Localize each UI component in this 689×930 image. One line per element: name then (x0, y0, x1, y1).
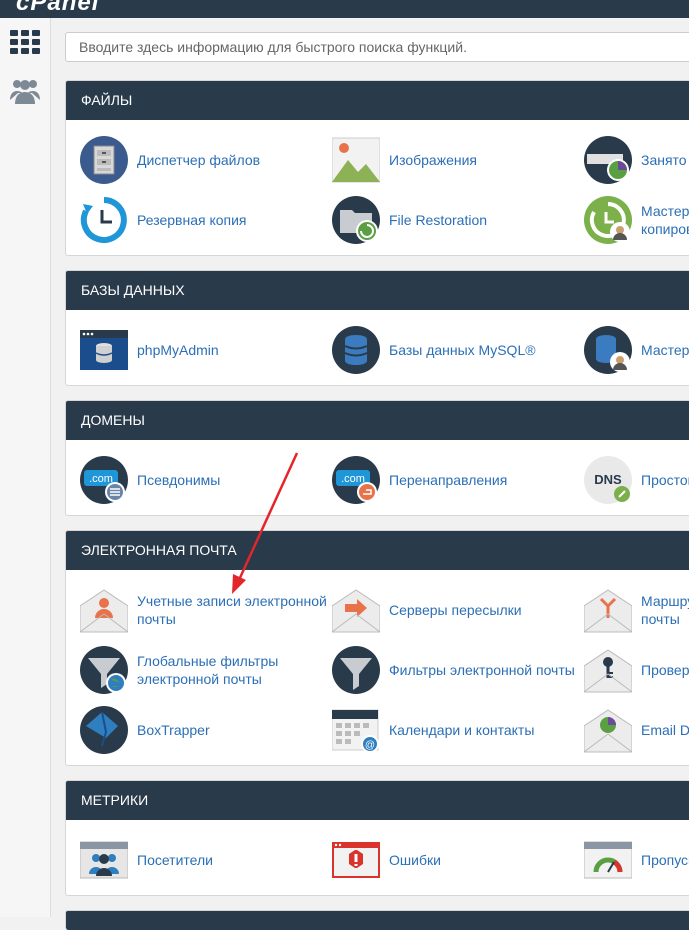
item-label: phpMyAdmin (137, 342, 219, 358)
item-label: Перенаправления (389, 472, 508, 488)
databases-section: БАЗЫ ДАННЫХ phpMyAdmin Базы данных MySQL… (65, 270, 689, 386)
disk-usage-link[interactable]: Занято (584, 135, 689, 185)
item-label: Маршру почты (641, 593, 689, 627)
top-bar: cPanel (0, 0, 689, 18)
mysql-wizard-icon (584, 326, 632, 374)
cpanel-logo[interactable]: cPanel (16, 0, 99, 17)
email-routing-link[interactable]: Маршру почты (584, 585, 689, 635)
email-accounts-link[interactable]: Учетные записи электронной почты (80, 585, 330, 635)
bandwidth-link[interactable]: Пропускн (584, 835, 689, 885)
phpmyadmin-icon (80, 330, 128, 370)
backup-link[interactable]: Резервная копия (80, 195, 320, 245)
zone-editor-link[interactable]: DNS Простой (584, 455, 689, 505)
mysql-database-icon (332, 326, 380, 374)
item-label: Базы данных MySQL® (389, 342, 536, 358)
item-label: Календари и контакты (389, 722, 535, 738)
item-label: Пропускн (641, 852, 689, 868)
section-title-metrics[interactable]: МЕТРИКИ (66, 781, 689, 820)
item-label: Email D (641, 722, 689, 738)
item-label: Посетители (137, 852, 213, 868)
item-label: Глобальные фильтры электронной почты (137, 653, 279, 687)
email-disk-usage-link[interactable]: Email D (584, 705, 689, 755)
domains-section: ДОМЕНЫ .com Псевдонимы .com Перенаправле… (65, 400, 689, 516)
boxtrapper-icon (80, 706, 128, 754)
item-label: Мастер (641, 342, 689, 358)
item-label: Псевдонимы (137, 472, 221, 488)
file-restoration-icon (332, 196, 380, 244)
global-filters-link[interactable]: Глобальные фильтры электронной почты (80, 645, 330, 695)
calendars-icon: @ (332, 709, 379, 753)
item-label: Занято (641, 152, 687, 168)
file-manager-link[interactable]: Диспетчер файлов (80, 135, 320, 185)
email-filters-link[interactable]: Фильтры электронной почты (332, 645, 582, 695)
dns-zone-icon: DNS (584, 456, 632, 504)
mysql-databases-link[interactable]: Базы данных MySQL® (332, 325, 572, 375)
bandwidth-icon (584, 841, 632, 879)
item-label: File Restoration (389, 212, 488, 228)
item-label: Диспетчер файлов (137, 152, 261, 168)
files-section: ФАЙЛЫ Диспетчер файлов Изображения Занят… (65, 80, 689, 256)
redirects-icon: .com (332, 456, 380, 504)
section-title-email[interactable]: ЭЛЕКТРОННАЯ ПОЧТА (66, 531, 689, 570)
svg-text:DNS: DNS (594, 472, 622, 487)
file-cabinet-icon (80, 136, 128, 184)
svg-text:.com: .com (89, 473, 113, 485)
item-label: Фильтры электронной почты (389, 662, 575, 678)
svg-text:.com: .com (341, 473, 365, 485)
redirects-link[interactable]: .com Перенаправления (332, 455, 572, 505)
item-label: Изображения (389, 152, 477, 168)
aliases-link[interactable]: .com Псевдонимы (80, 455, 320, 505)
file-restoration-link[interactable]: File Restoration (332, 195, 572, 245)
phpmyadmin-link[interactable]: phpMyAdmin (80, 325, 320, 375)
item-label: Серверы пересылки (389, 602, 522, 618)
metrics-section: МЕТРИКИ Посетители Ошибки Пропускн (65, 780, 689, 896)
email-deliverability-icon (584, 649, 632, 693)
backup-wizard-link[interactable]: Мастер копиров (584, 195, 689, 245)
forwarders-link[interactable]: Серверы пересылки (332, 585, 572, 635)
images-link[interactable]: Изображения (332, 135, 572, 185)
mysql-wizard-link[interactable]: Мастер (584, 325, 689, 375)
search-input[interactable] (65, 32, 689, 62)
item-label: Учетные записи электронной почты (137, 593, 327, 627)
item-label: Мастер копиров (641, 203, 689, 237)
global-filters-icon (80, 646, 128, 694)
email-filters-icon (332, 646, 380, 694)
users-icon[interactable] (10, 76, 40, 104)
item-label: Ошибки (389, 852, 441, 868)
calendars-contacts-link[interactable]: @ Календари и контакты (332, 705, 572, 755)
forwarders-icon (332, 589, 380, 633)
item-label: Резервная копия (137, 212, 247, 228)
email-section: ЭЛЕКТРОННАЯ ПОЧТА Учетные записи электро… (65, 530, 689, 766)
item-label: Простой (641, 472, 689, 488)
aliases-icon: .com (80, 456, 128, 504)
boxtrapper-link[interactable]: BoxTrapper (80, 705, 320, 755)
disk-usage-icon (584, 136, 632, 184)
section-header-partial (66, 911, 689, 930)
visitors-link[interactable]: Посетители (80, 835, 320, 885)
email-disk-usage-icon (584, 709, 632, 753)
next-section-partial (65, 910, 689, 930)
visitors-icon (80, 841, 128, 879)
item-label: Провер (641, 662, 689, 678)
errors-icon (332, 842, 380, 878)
section-title-databases[interactable]: БАЗЫ ДАННЫХ (66, 271, 689, 310)
images-icon (332, 137, 380, 183)
email-accounts-icon (80, 589, 128, 633)
item-label: BoxTrapper (137, 722, 210, 738)
svg-text:@: @ (365, 740, 375, 751)
left-sidebar (0, 18, 51, 917)
backup-icon (80, 196, 128, 244)
section-title-files[interactable]: ФАЙЛЫ (66, 81, 689, 120)
email-routing-icon (584, 589, 632, 633)
backup-wizard-icon (584, 196, 632, 244)
section-title-domains[interactable]: ДОМЕНЫ (66, 401, 689, 440)
apps-grid-icon[interactable] (10, 30, 40, 58)
errors-link[interactable]: Ошибки (332, 835, 572, 885)
email-deliverability-link[interactable]: Провер (584, 645, 689, 695)
